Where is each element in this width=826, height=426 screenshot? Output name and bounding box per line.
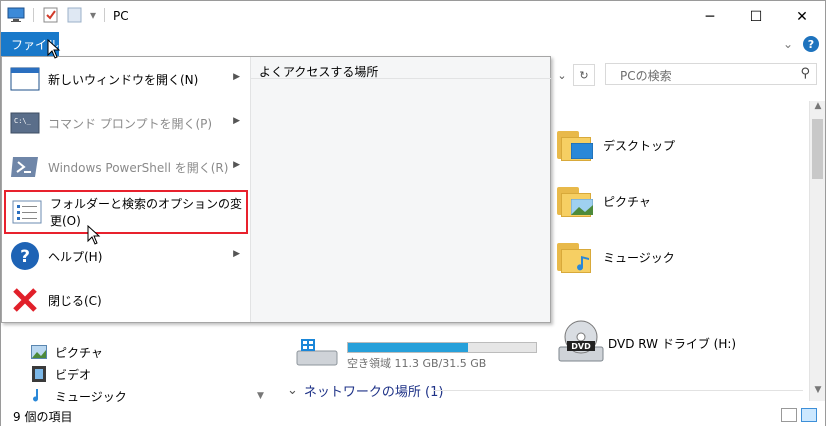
toolbar-separator [104, 8, 106, 22]
options-icon [12, 200, 42, 224]
minimize-icon[interactable]: ─ [687, 1, 733, 32]
nav-item-label: ミュージック [55, 389, 127, 404]
group-header-label: ネットワークの場所 (1) [303, 385, 444, 400]
window-controls: ─ ☐ ✕ [687, 1, 825, 32]
quick-access-toolbar: ▾ [7, 7, 107, 23]
drive-usage-bar [347, 342, 537, 353]
new-folder-icon[interactable] [66, 7, 84, 23]
submenu-arrow-icon: ▶ [233, 116, 240, 126]
drive-free-space: 空き領域 11.3 GB/31.5 GB [347, 357, 487, 370]
large-icons-view-icon[interactable] [801, 408, 817, 422]
status-bar: 9 個の項目 [1, 404, 825, 426]
cmd-icon: C:\_ [10, 112, 40, 134]
submenu-arrow-icon: ▶ [233, 160, 240, 170]
menu-item-label: 新しいウィンドウを開く(N) [48, 72, 199, 87]
menu-item-close[interactable]: 閉じる(C) [4, 278, 248, 322]
folder-label: ミュージック [603, 250, 675, 265]
window-icon [10, 67, 40, 91]
refresh-icon[interactable]: ↻ [573, 64, 595, 86]
video-icon [32, 366, 46, 382]
file-menu: 新しいウィンドウを開く(N) ▶ C:\_ コマンド プロンプトを開く(P) ▶… [1, 56, 551, 323]
tab-file[interactable]: ファイル [1, 32, 59, 56]
svg-text:?: ? [20, 247, 30, 267]
music-icon [33, 389, 38, 402]
powershell-icon [11, 157, 38, 177]
details-view-icon[interactable] [781, 408, 797, 422]
close-x-icon [13, 288, 37, 312]
nav-item-label: ピクチャ [55, 345, 103, 360]
search-placeholder: PCの検索 [620, 69, 672, 83]
svg-text:C:\_: C:\_ [14, 117, 32, 125]
computer-icon[interactable] [7, 7, 25, 23]
group-divider [433, 390, 803, 391]
item-count: 9 個の項目 [13, 410, 73, 424]
dvd-drive-label[interactable]: DVD RW ドライブ (H:) [608, 335, 736, 352]
ribbon-tabs: ファイル ⌄ ? [1, 32, 825, 56]
dvd-drive-icon[interactable]: DVD [557, 319, 605, 365]
submenu-arrow-icon: ▶ [233, 72, 240, 82]
pictures-icon [31, 345, 47, 359]
desktop-folder-icon [557, 129, 593, 161]
customize-toolbar-chevron-icon[interactable]: ▾ [90, 8, 96, 22]
folder-desktop[interactable]: デスクトップ [557, 129, 675, 161]
menu-item-label: フォルダーと検索のオプションの変更(O) [50, 197, 243, 228]
drive-icon[interactable] [295, 337, 339, 369]
scroll-thumb[interactable] [812, 119, 823, 179]
scroll-down-icon[interactable]: ▼ [810, 385, 826, 401]
collapse-chevron-icon[interactable]: ⌄ [287, 383, 298, 398]
window-title: PC [113, 9, 129, 23]
file-menu-commands: 新しいウィンドウを開く(N) ▶ C:\_ コマンド プロンプトを開く(P) ▶… [2, 57, 250, 322]
explorer-window: ▾ PC ─ ☐ ✕ ファイル ⌄ ? ⌄ ↻ PCの検索 ⚲ デスクトップ ピ… [0, 0, 826, 426]
title-bar: ▾ PC ─ ☐ ✕ [1, 1, 825, 32]
pictures-folder-icon [557, 185, 593, 217]
folder-music[interactable]: ミュージック [557, 241, 675, 273]
toolbar-separator [33, 8, 34, 22]
folder-label: デスクトップ [603, 138, 676, 153]
nav-item-videos[interactable]: ビデオ [31, 363, 127, 385]
network-locations-group[interactable]: ⌄ ネットワークの場所 (1) [287, 381, 443, 400]
properties-icon[interactable] [42, 7, 60, 23]
content-scrollbar[interactable]: ▲ ▼ [809, 101, 825, 401]
menu-item-powershell[interactable]: Windows PowerShell を開く(R) ▶ [4, 145, 248, 189]
address-dropdown-chevron-icon[interactable]: ⌄ [551, 64, 573, 86]
menu-item-label: Windows PowerShell を開く(R) [48, 160, 229, 175]
view-toggle [781, 408, 817, 422]
menu-item-help[interactable]: ? ヘルプ(H) ▶ [4, 234, 248, 278]
panel-divider [251, 78, 551, 79]
drive-usage-fill [348, 343, 469, 352]
folder-pictures[interactable]: ピクチャ [557, 185, 651, 217]
menu-item-label: ヘルプ(H) [48, 249, 103, 264]
ribbon-controls: ⌄ ? [783, 36, 819, 52]
scroll-up-icon[interactable]: ▲ [810, 101, 826, 117]
nav-item-pictures[interactable]: ピクチャ [31, 341, 127, 363]
menu-item-new-window[interactable]: 新しいウィンドウを開く(N) ▶ [4, 57, 248, 101]
menu-item-label: コマンド プロンプトを開く(P) [48, 116, 213, 131]
maximize-icon[interactable]: ☐ [733, 1, 779, 32]
search-input[interactable]: PCの検索 ⚲ [605, 63, 817, 85]
help-icon: ? [11, 242, 39, 270]
menu-item-label: 閉じる(C) [48, 293, 102, 308]
expand-ribbon-chevron-icon[interactable]: ⌄ [783, 37, 793, 51]
music-folder-icon [557, 241, 593, 273]
search-icon[interactable]: ⚲ [800, 66, 810, 81]
close-icon[interactable]: ✕ [779, 1, 825, 32]
folder-label: ピクチャ [603, 194, 651, 209]
menu-item-command-prompt[interactable]: C:\_ コマンド プロンプトを開く(P) ▶ [4, 101, 248, 145]
help-icon[interactable]: ? [803, 36, 819, 52]
nav-item-label: ビデオ [55, 367, 92, 382]
submenu-arrow-icon: ▶ [233, 249, 240, 259]
navigation-pane: ピクチャ ビデオ ミュージック [31, 341, 127, 407]
nav-scrollbar[interactable]: ▼ [257, 341, 269, 401]
menu-item-folder-options[interactable]: フォルダーと検索のオプションの変更(O) [4, 190, 248, 234]
svg-text:DVD: DVD [571, 342, 591, 351]
frequent-places-panel: よくアクセスする場所 [250, 57, 551, 322]
scroll-down-icon[interactable]: ▼ [257, 391, 264, 401]
